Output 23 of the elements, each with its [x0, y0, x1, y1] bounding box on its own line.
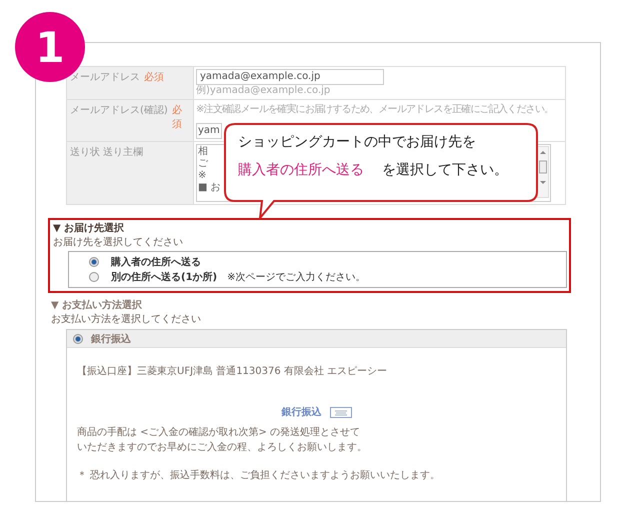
required-tag: 必須	[172, 103, 190, 131]
section-title: ▼ お支払い方法選択	[51, 298, 144, 312]
option-note: ※次ページでご入力ください。	[227, 270, 366, 284]
field-note: ※注文確認メールを確実にお届けするため、メールアドレスを正確にご記入ください。	[196, 102, 554, 116]
section-title: ▼ お届け先選択	[53, 222, 126, 235]
account-info: 【振込口座】三菱東京UFJ津島 普通1130376 有限会社 エスピーシー	[77, 364, 388, 379]
text-line: ■ お	[198, 182, 221, 194]
method-description: 商品の手配は <ご入金の確認が取れ次第> の発送処理とさせて いただきますのでお早めにご入金の程、よろしくお願いします。	[77, 426, 368, 455]
field-hint: 例)yamada@example.co.jp	[196, 85, 332, 97]
section-subtitle: お届け先を選択してください	[53, 236, 184, 249]
required-tag: 必須	[144, 70, 164, 84]
text-line: ※	[198, 170, 208, 182]
field-label: メールアドレス(確認)	[70, 104, 168, 117]
callout-highlight: 購入者の住所へ送る	[238, 161, 364, 179]
method-heading: 銀行振込	[282, 406, 322, 419]
field-label: メールアドレス	[70, 71, 140, 84]
field-label: 送り状 送り主欄	[70, 146, 144, 159]
text-line: ご	[198, 158, 209, 170]
section-subtitle: お支払い方法を選択してください	[51, 312, 202, 326]
callout-text: ショッピングカートの中でお届け先を	[238, 133, 477, 151]
text-line: 相	[198, 146, 209, 158]
callout-text: を選択して下さい。	[382, 161, 508, 179]
fee-note: ＊ 恐れ入りますが、振込手数料は、ご負担くださいますようお願いいたします。	[77, 468, 442, 483]
